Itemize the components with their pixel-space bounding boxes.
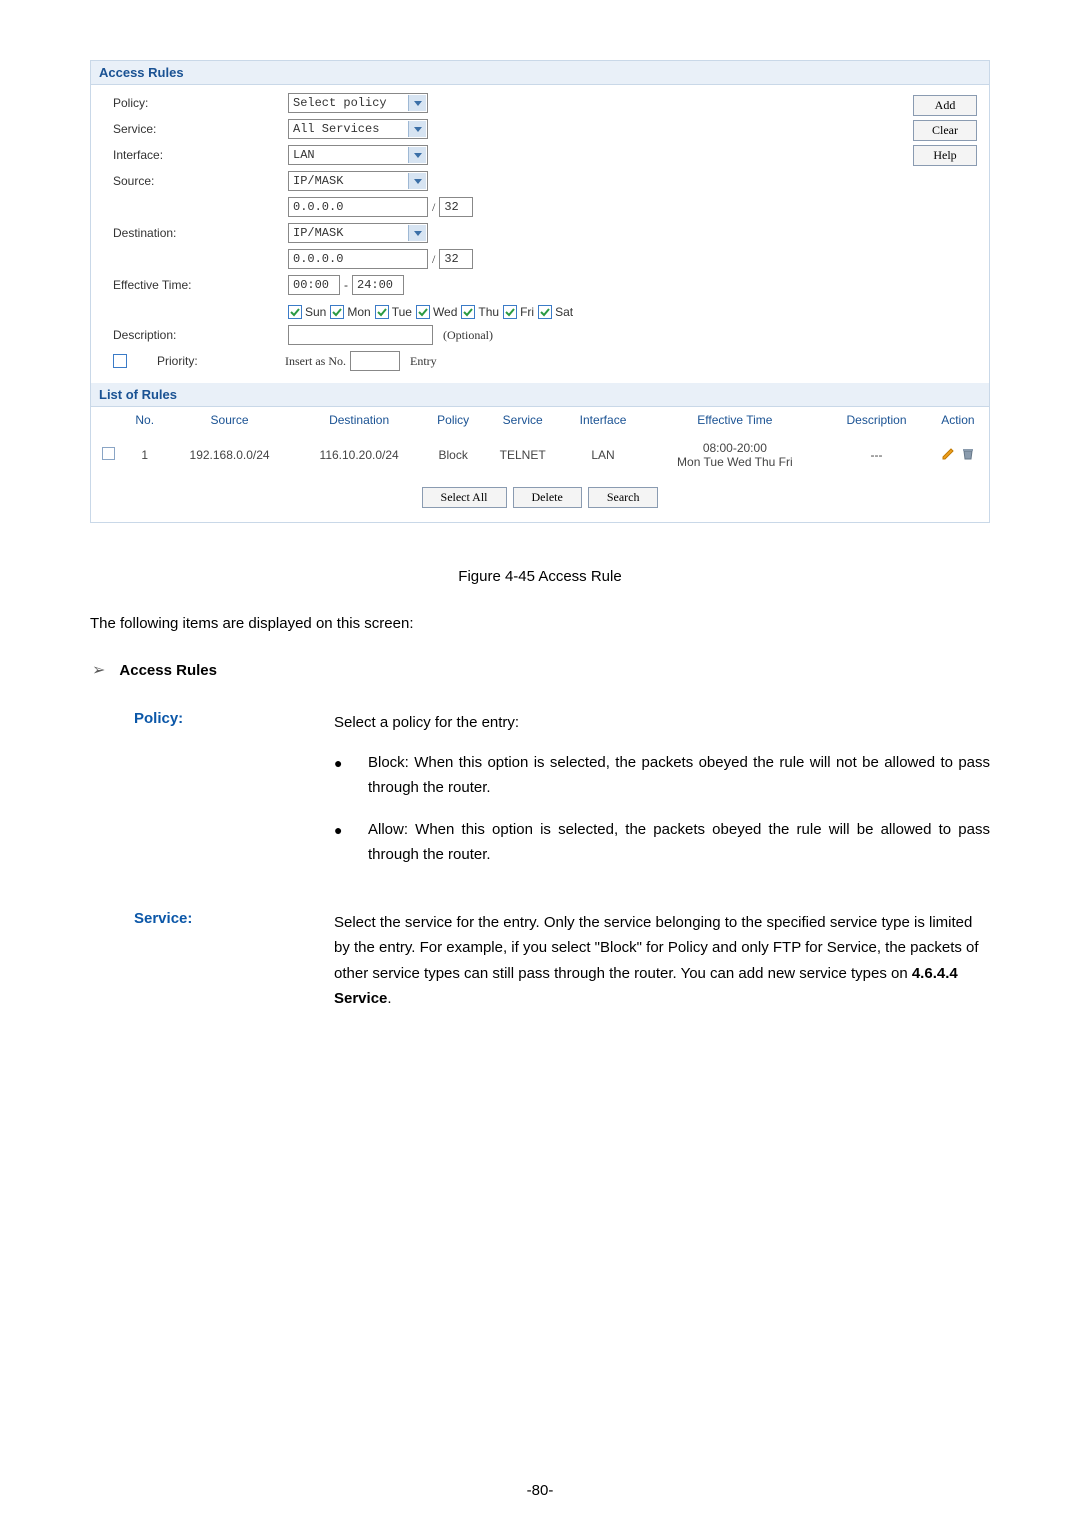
table-row: 1 192.168.0.0/24 116.10.20.0/24 Block TE… — [91, 433, 989, 477]
days-checkboxes: Sun Mon Tue Wed Thu Fri Sat — [288, 305, 577, 319]
rules-table-area: No. Source Destination Policy Service In… — [91, 407, 989, 522]
page-number: -80- — [0, 1482, 1080, 1499]
source-mode-select[interactable]: IP/MASK — [288, 171, 428, 191]
label-description: Description: — [113, 328, 288, 342]
search-button[interactable]: Search — [588, 487, 659, 508]
bullet-icon: ● — [334, 817, 368, 868]
dest-mode-select[interactable]: IP/MASK — [288, 223, 428, 243]
arrowhead-icon: ➢ — [92, 660, 105, 680]
label-destination: Destination: — [113, 226, 288, 240]
interface-select[interactable]: LAN — [288, 145, 428, 165]
section-title: ➢ Access Rules — [92, 660, 990, 680]
figure-caption: Figure 4-45 Access Rule — [90, 568, 990, 585]
form-area: Policy: Select policy Service: All Servi… — [91, 85, 989, 383]
delete-icon[interactable] — [961, 447, 975, 464]
bullet-icon: ● — [334, 750, 368, 801]
def-service: Service: Select the service for the entr… — [134, 910, 990, 1012]
section-header-list: List of Rules — [91, 383, 989, 407]
dest-ip-input[interactable]: 0.0.0.0 — [288, 249, 428, 269]
checkbox-wed[interactable] — [416, 305, 430, 319]
delete-button[interactable]: Delete — [513, 487, 582, 508]
def-policy: Policy: Select a policy for the entry: ●… — [134, 710, 990, 884]
priority-input[interactable] — [350, 351, 400, 371]
description-input[interactable] — [288, 325, 433, 345]
edit-icon[interactable] — [941, 447, 955, 464]
dest-mask-input[interactable]: 32 — [439, 249, 473, 269]
label-priority: Priority: — [135, 354, 285, 368]
intro-text: The following items are displayed on thi… — [90, 615, 990, 632]
rules-table: No. Source Destination Policy Service In… — [91, 407, 989, 477]
label-source: Source: — [113, 174, 288, 188]
label-effective-time: Effective Time: — [113, 278, 288, 292]
label-interface: Interface: — [113, 148, 288, 162]
checkbox-priority[interactable] — [113, 354, 127, 368]
checkbox-fri[interactable] — [503, 305, 517, 319]
policy-select[interactable]: Select policy — [288, 93, 428, 113]
checkbox-thu[interactable] — [461, 305, 475, 319]
service-select[interactable]: All Services — [288, 119, 428, 139]
chevron-down-icon — [408, 147, 426, 163]
time-start-input[interactable]: 00:00 — [288, 275, 340, 295]
label-service: Service: — [113, 122, 288, 136]
chevron-down-icon — [408, 121, 426, 137]
checkbox-mon[interactable] — [330, 305, 344, 319]
table-buttons: Select All Delete Search — [91, 477, 989, 522]
add-button[interactable]: Add — [913, 95, 977, 116]
help-button[interactable]: Help — [913, 145, 977, 166]
section-header-access-rules: Access Rules — [91, 61, 989, 85]
checkbox-sun[interactable] — [288, 305, 302, 319]
select-all-button[interactable]: Select All — [422, 487, 507, 508]
checkbox-sat[interactable] — [538, 305, 552, 319]
checkbox-tue[interactable] — [375, 305, 389, 319]
clear-button[interactable]: Clear — [913, 120, 977, 141]
chevron-down-icon — [408, 173, 426, 189]
chevron-down-icon — [408, 95, 426, 111]
source-ip-input[interactable]: 0.0.0.0 — [288, 197, 428, 217]
source-mask-input[interactable]: 32 — [439, 197, 473, 217]
button-group: Add Clear Help — [913, 95, 977, 166]
chevron-down-icon — [408, 225, 426, 241]
access-rule-screenshot: Access Rules Policy: Select policy Servi… — [90, 60, 990, 523]
label-policy: Policy: — [113, 96, 288, 110]
row-checkbox[interactable] — [102, 447, 115, 460]
time-end-input[interactable]: 24:00 — [352, 275, 404, 295]
